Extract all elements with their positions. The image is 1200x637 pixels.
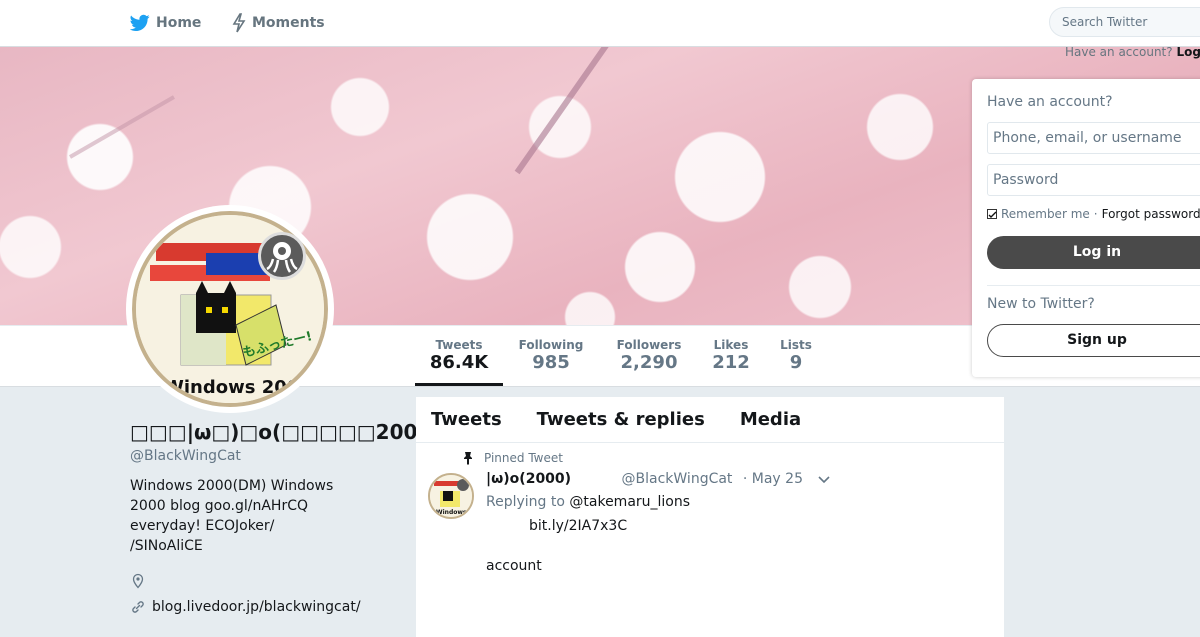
tweet-header: |ω)o(2000) @BlackWingCat · May 25 (486, 471, 803, 487)
stat-label: Following (518, 338, 584, 352)
chevron-down-icon (818, 476, 830, 484)
tweet-link[interactable]: bit.ly/2IA7x3C (529, 518, 627, 534)
remember-row: Remember me · Forgot password? (987, 207, 1200, 221)
login-panel: Have an account? Phone, email, or userna… (972, 79, 1200, 377)
stat-value: 9 (789, 352, 803, 373)
svg-text:Windows 2000: Windows 2000 (164, 377, 312, 398)
avatar-artwork: Windows (430, 475, 472, 517)
location-pin-icon (132, 573, 144, 589)
link-icon (132, 601, 144, 613)
replying-to-link[interactable]: @takemaru_lions (569, 494, 690, 510)
stat-following[interactable]: Following 985 (514, 326, 588, 386)
tab-media[interactable]: Media (740, 409, 801, 430)
profile-name[interactable]: □□□|ω□)□o(□□□□□2000) (130, 420, 440, 444)
pin-icon (464, 452, 472, 465)
tweet-menu-button[interactable] (816, 471, 832, 491)
lightning-icon (232, 13, 246, 33)
stat-label: Likes (713, 338, 749, 352)
twitter-bird-icon (130, 14, 150, 32)
profile-location (130, 568, 400, 594)
checkmark-icon (988, 211, 997, 218)
octopus-icon (266, 242, 298, 273)
profile-handle[interactable]: @BlackWingCat (130, 448, 400, 464)
nav-home[interactable]: Home (130, 0, 201, 46)
username-placeholder: Phone, email, or username (993, 130, 1182, 146)
password-input[interactable]: Password (987, 164, 1200, 196)
pinned-tweet[interactable]: Pinned Tweet Windows |ω)o(2000) @BlackWi… (416, 443, 1004, 633)
login-button[interactable]: Log in (987, 236, 1200, 269)
remember-me-label[interactable]: Remember me (1001, 207, 1090, 221)
timeline-tabs: Tweets Tweets & replies Media (416, 397, 1004, 443)
have-account-text: Have an account? (1065, 45, 1173, 59)
nav-home-label: Home (156, 15, 202, 31)
stat-label: Tweets (435, 338, 483, 352)
stat-tweets[interactable]: Tweets 86.4K (415, 326, 503, 386)
top-login-link[interactable]: Log in (1176, 45, 1200, 59)
pinned-label: Pinned Tweet (484, 451, 563, 465)
tab-tweets-and-replies[interactable]: Tweets & replies (537, 409, 705, 430)
banner-decoration (514, 47, 612, 175)
stat-value: 212 (712, 352, 750, 373)
stat-followers[interactable]: Followers 2,290 (612, 326, 686, 386)
profile-info: □□□|ω□)□o(□□□□□2000) @BlackWingCat Windo… (130, 420, 440, 620)
have-account-prompt: Have an account? Log in (1065, 45, 1200, 59)
password-placeholder: Password (993, 172, 1059, 188)
separator-dot: · (1093, 207, 1098, 221)
profile-website[interactable]: blog.livedoor.jp/blackwingcat/ (130, 594, 400, 620)
tweet-author-name[interactable]: |ω)o(2000) (486, 471, 571, 487)
tweet-avatar[interactable]: Windows (428, 473, 474, 519)
replying-prefix: Replying to (486, 494, 565, 510)
tweet-author-handle[interactable]: @BlackWingCat (622, 471, 733, 487)
username-input[interactable]: Phone, email, or username (987, 122, 1200, 154)
stat-value: 985 (532, 352, 570, 373)
website-link[interactable]: blog.livedoor.jp/blackwingcat/ (152, 599, 361, 615)
stat-likes[interactable]: Likes 212 (708, 326, 754, 386)
timeline: Tweets Tweets & replies Media Pinned Twe… (416, 397, 1004, 637)
new-to-twitter-text: New to Twitter? (987, 296, 1095, 312)
remember-me-checkbox[interactable] (987, 209, 997, 219)
avatar-badge (258, 232, 306, 280)
svg-text:Windows: Windows (436, 509, 467, 516)
search-placeholder: Search Twitter (1062, 15, 1148, 29)
stat-label: Followers (616, 338, 682, 352)
nav-moments[interactable]: Moments (232, 0, 325, 46)
forgot-password-link[interactable]: Forgot password? (1102, 207, 1200, 221)
login-title: Have an account? (987, 94, 1113, 110)
stat-value: 86.4K (429, 352, 489, 373)
tweet-date[interactable]: · May 25 (743, 471, 803, 487)
pinned-indicator: Pinned Tweet (462, 451, 563, 465)
tab-tweets[interactable]: Tweets (431, 409, 502, 430)
top-navigation-bar: Home Moments Search Twitter (0, 0, 1200, 47)
signup-button[interactable]: Sign up (987, 324, 1200, 357)
search-input[interactable]: Search Twitter (1049, 7, 1200, 37)
login-divider (987, 285, 1200, 286)
tweet-text: account (486, 558, 542, 574)
stat-lists[interactable]: Lists 9 (776, 326, 816, 386)
profile-bio: Windows 2000(DM) Windows 2000 blog goo.g… (130, 478, 334, 554)
stat-value: 2,290 (620, 352, 678, 373)
tweet-replying-to: Replying to @takemaru_lions (486, 494, 690, 510)
nav-moments-label: Moments (252, 15, 325, 31)
banner-decoration (69, 95, 175, 159)
profile-meta: blog.livedoor.jp/blackwingcat/ (130, 568, 400, 620)
stat-label: Lists (780, 338, 812, 352)
